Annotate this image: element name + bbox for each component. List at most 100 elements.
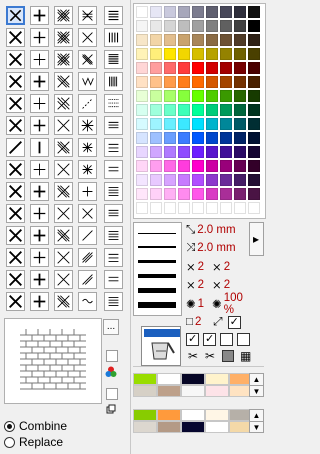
hatch-tile-grid-7[interactable] — [54, 138, 73, 157]
color-swatch[interactable] — [206, 20, 218, 32]
color-swatch[interactable] — [248, 48, 260, 60]
color-swatch[interactable] — [206, 202, 218, 214]
spray-b[interactable]: 100 % — [224, 292, 246, 316]
color-swatch[interactable] — [150, 118, 162, 130]
hatch-tile-diagonal-cross-3[interactable] — [6, 50, 25, 69]
color-swatch[interactable] — [150, 34, 162, 46]
color-swatch[interactable] — [248, 160, 260, 172]
color-swatch[interactable] — [248, 118, 260, 130]
hatch-tile-plus-8[interactable] — [30, 182, 49, 201]
hatch-tile-diagonal-grid[interactable] — [54, 6, 73, 25]
hatch-tile-grid-5[interactable] — [54, 94, 73, 113]
line-width-list[interactable] — [133, 222, 182, 316]
combine-radio[interactable] — [4, 420, 15, 432]
color-swatch[interactable] — [234, 34, 246, 46]
hatch-tile-x-11[interactable] — [6, 248, 25, 267]
color-swatch[interactable] — [220, 6, 232, 18]
scroll-down-icon[interactable]: ▼ — [250, 422, 263, 433]
hatch-tile-double-x[interactable] — [78, 50, 97, 69]
color-swatch[interactable] — [248, 188, 260, 200]
color-swatch[interactable] — [136, 146, 148, 158]
color-swatch[interactable] — [248, 6, 260, 18]
color-swatch[interactable] — [192, 202, 204, 214]
color-swatch[interactable] — [206, 104, 218, 116]
hatch-tile-wave[interactable] — [78, 292, 97, 311]
color-swatch[interactable] — [178, 146, 190, 158]
color-swatch[interactable] — [206, 132, 218, 144]
cross-c[interactable]: 2 — [198, 279, 204, 291]
replace-option[interactable]: Replace — [4, 435, 63, 449]
copy-icon[interactable] — [106, 404, 116, 414]
color-swatch[interactable] — [136, 202, 148, 214]
favorite-color[interactable] — [205, 409, 229, 421]
background-color-square[interactable] — [106, 388, 118, 400]
color-swatch[interactable] — [164, 20, 176, 32]
color-swatch[interactable] — [178, 76, 190, 88]
checkbox-3[interactable] — [220, 333, 233, 346]
line-sample[interactable] — [138, 233, 176, 234]
hatch-tile-vertical[interactable] — [30, 138, 49, 157]
hatch-tile-lines-6[interactable] — [104, 204, 123, 223]
color-swatch[interactable] — [150, 202, 162, 214]
color-swatch[interactable] — [164, 62, 176, 74]
checkbox-checked[interactable] — [227, 315, 241, 329]
checkbox-1[interactable] — [186, 332, 199, 346]
color-swatch[interactable] — [192, 6, 204, 18]
hatch-tile-thin-cross[interactable] — [78, 6, 97, 25]
hatch-tile-dense-horizontal[interactable] — [104, 50, 123, 69]
color-swatch[interactable] — [206, 6, 218, 18]
color-swatch[interactable] — [248, 76, 260, 88]
color-swatch[interactable] — [192, 160, 204, 172]
color-swatch[interactable] — [220, 174, 232, 186]
hatch-tile-plus-3[interactable] — [30, 50, 49, 69]
hatch-tile-plus-7[interactable] — [30, 160, 49, 179]
color-swatch[interactable] — [178, 118, 190, 130]
hatch-tile-diagonal-cross[interactable] — [6, 6, 25, 25]
color-swatch[interactable] — [136, 76, 148, 88]
color-swatch[interactable] — [150, 132, 162, 144]
color-swatch[interactable] — [234, 76, 246, 88]
color-swatch[interactable] — [164, 188, 176, 200]
checkbox-4[interactable] — [237, 333, 250, 346]
color-swatch[interactable] — [220, 34, 232, 46]
hatch-tile-plus-4[interactable] — [30, 72, 49, 91]
color-swatch[interactable] — [248, 104, 260, 116]
color-swatch[interactable] — [150, 146, 162, 158]
favorite-color[interactable] — [181, 409, 205, 421]
color-swatch[interactable] — [192, 104, 204, 116]
scroll-up-icon[interactable]: ▲ — [250, 374, 263, 386]
hatch-tile-diagonal-cross-bold[interactable] — [6, 28, 25, 47]
color-swatch[interactable] — [178, 48, 190, 60]
hatch-tile-dash[interactable] — [78, 226, 97, 245]
hatch-tile-diagonal-grid-3[interactable] — [54, 50, 73, 69]
hatch-tile-x-9[interactable] — [6, 204, 25, 223]
color-swatch[interactable] — [150, 188, 162, 200]
color-swatch[interactable] — [234, 202, 246, 214]
color-swatch[interactable] — [178, 90, 190, 102]
recent-colors-scroll[interactable]: ▲ ▼ — [249, 373, 264, 397]
recent-color[interactable] — [133, 373, 157, 385]
hatch-tile-snow-3[interactable] — [78, 182, 97, 201]
hatch-tile-lines-3[interactable] — [104, 138, 123, 157]
hatch-tile-x-10[interactable] — [6, 226, 25, 245]
color-swatch[interactable] — [136, 62, 148, 74]
color-swatch[interactable] — [234, 132, 246, 144]
hatch-tile-lines-10[interactable] — [104, 292, 123, 311]
color-swatch[interactable] — [136, 160, 148, 172]
color-swatch[interactable] — [178, 6, 190, 18]
favorite-color[interactable] — [133, 421, 157, 433]
color-swatch[interactable] — [220, 104, 232, 116]
hatch-tile-x-small[interactable] — [78, 204, 97, 223]
color-swatch[interactable] — [234, 174, 246, 186]
recent-color[interactable] — [133, 385, 157, 397]
hatch-tile-x-6[interactable] — [6, 116, 25, 135]
hatch-tile-lines-2[interactable] — [104, 116, 123, 135]
hatch-tile-lines-7[interactable] — [104, 226, 123, 245]
color-swatch[interactable] — [220, 188, 232, 200]
expand-button[interactable]: ▸ — [249, 222, 264, 256]
color-swatch[interactable] — [150, 90, 162, 102]
color-swatch[interactable] — [164, 174, 176, 186]
color-swatch[interactable] — [192, 174, 204, 186]
hatch-tile-dashed-diag[interactable] — [78, 94, 97, 113]
color-swatch[interactable] — [192, 118, 204, 130]
